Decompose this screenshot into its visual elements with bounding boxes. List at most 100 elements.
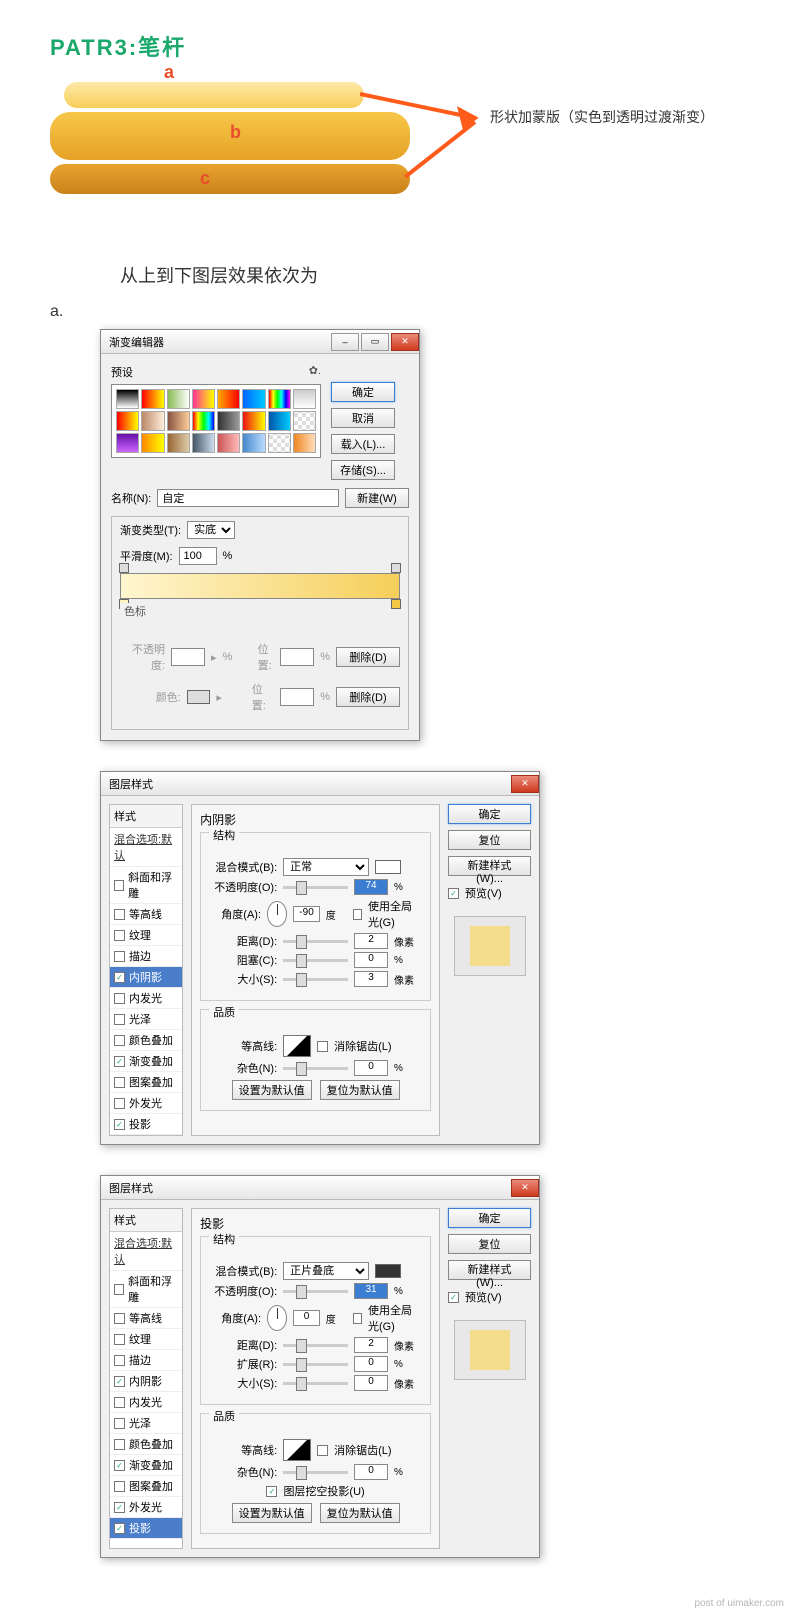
style-outer-glow[interactable]: 外发光 — [110, 1093, 182, 1114]
noise-value[interactable]: 0 — [354, 1464, 388, 1480]
style-drop-shadow[interactable]: 投影 — [110, 1518, 182, 1539]
settings-panel: 内阴影 结构 混合模式(B): 正常 不透明度(O):74% 角度(A):-90… — [191, 804, 440, 1136]
preview-box — [454, 916, 526, 976]
angle-value[interactable]: 0 — [293, 1310, 319, 1326]
style-inner-glow[interactable]: 内发光 — [110, 988, 182, 1009]
new-button[interactable]: 新建(W) — [345, 488, 409, 508]
reset-default-button[interactable]: 复位为默认值 — [320, 1503, 400, 1523]
set-default-button[interactable]: 设置为默认值 — [232, 1503, 312, 1523]
blend-default[interactable]: 混合选项:默认 — [110, 1232, 182, 1271]
set-default-button[interactable]: 设置为默认值 — [232, 1080, 312, 1100]
style-inner-glow[interactable]: 内发光 — [110, 1392, 182, 1413]
opacity-stop-label: 不透明度: — [120, 641, 165, 673]
blend-mode-select[interactable]: 正片叠底 — [283, 1262, 369, 1280]
titlebar[interactable]: 图层样式 ✕ — [101, 772, 539, 796]
style-drop-shadow[interactable]: 投影 — [110, 1114, 182, 1135]
style-pattern-overlay[interactable]: 图案叠加 — [110, 1072, 182, 1093]
noise-slider[interactable] — [283, 1067, 348, 1070]
type-select[interactable]: 实底 — [187, 521, 235, 539]
blend-mode-select[interactable]: 正常 — [283, 858, 369, 876]
style-inner-shadow[interactable]: 内阴影 — [110, 1371, 182, 1392]
spread-value[interactable]: 0 — [354, 1356, 388, 1372]
titlebar[interactable]: 图层样式 ✕ — [101, 1176, 539, 1200]
knockout-check[interactable] — [266, 1486, 277, 1497]
close-button[interactable]: ✕ — [391, 333, 419, 351]
close-button[interactable]: ✕ — [511, 1179, 539, 1197]
name-input[interactable] — [157, 489, 339, 507]
dialog-title: 图层样式 — [109, 776, 153, 792]
angle-dial[interactable] — [267, 1305, 287, 1331]
gradient-bar[interactable] — [120, 573, 400, 599]
reset-button[interactable]: 复位 — [448, 830, 531, 850]
gear-icon[interactable]: ✿. — [309, 364, 321, 380]
size-slider[interactable] — [283, 978, 348, 981]
angle-value[interactable]: -90 — [293, 906, 319, 922]
cancel-button[interactable]: 取消 — [331, 408, 395, 428]
opacity-slider[interactable] — [283, 1290, 348, 1293]
size-slider[interactable] — [283, 1382, 348, 1385]
contour-picker[interactable] — [283, 1439, 311, 1461]
reset-default-button[interactable]: 复位为默认值 — [320, 1080, 400, 1100]
shadow-color[interactable] — [375, 1264, 401, 1278]
titlebar[interactable]: 渐变编辑器 – ▭ ✕ — [101, 330, 419, 354]
distance-slider[interactable] — [283, 1344, 348, 1347]
style-texture[interactable]: 纹理 — [110, 925, 182, 946]
style-color-overlay[interactable]: 颜色叠加 — [110, 1434, 182, 1455]
style-pattern-overlay[interactable]: 图案叠加 — [110, 1476, 182, 1497]
ok-button[interactable]: 确定 — [448, 1208, 531, 1228]
blend-default[interactable]: 混合选项:默认 — [110, 828, 182, 867]
preview-check[interactable] — [448, 888, 459, 899]
ok-button[interactable]: 确定 — [448, 804, 531, 824]
shadow-color[interactable] — [375, 860, 401, 874]
panel-title: 投影 — [200, 1215, 431, 1232]
style-inner-shadow[interactable]: 内阴影 — [110, 967, 182, 988]
reset-button[interactable]: 复位 — [448, 1234, 531, 1254]
style-gradient-overlay[interactable]: 渐变叠加 — [110, 1455, 182, 1476]
global-light-check[interactable] — [353, 909, 362, 920]
ok-button[interactable]: 确定 — [331, 382, 395, 402]
style-satin[interactable]: 光泽 — [110, 1009, 182, 1030]
pen-diagram: a b c 形状加蒙版（实色到透明过渡渐变） — [40, 82, 800, 232]
preview-check[interactable] — [448, 1292, 459, 1303]
load-button[interactable]: 载入(L)... — [331, 434, 395, 454]
size-value[interactable]: 3 — [354, 971, 388, 987]
noise-value[interactable]: 0 — [354, 1060, 388, 1076]
presets-label: 预设 — [111, 364, 133, 380]
opacity-value[interactable]: 74 — [354, 879, 388, 895]
distance-value[interactable]: 2 — [354, 1337, 388, 1353]
style-outer-glow[interactable]: 外发光 — [110, 1497, 182, 1518]
angle-dial[interactable] — [267, 901, 287, 927]
close-button[interactable]: ✕ — [511, 775, 539, 793]
minimize-button[interactable]: – — [331, 333, 359, 351]
choke-value[interactable]: 0 — [354, 952, 388, 968]
preset-swatches[interactable] — [111, 384, 321, 458]
style-gradient-overlay[interactable]: 渐变叠加 — [110, 1051, 182, 1072]
global-light-check[interactable] — [353, 1313, 362, 1324]
choke-slider[interactable] — [283, 959, 348, 962]
styles-list: 样式 混合选项:默认 斜面和浮雕 等高线 纹理 描边 内阴影 内发光 光泽 颜色… — [109, 804, 183, 1136]
style-satin[interactable]: 光泽 — [110, 1413, 182, 1434]
maximize-button[interactable]: ▭ — [361, 333, 389, 351]
style-stroke[interactable]: 描边 — [110, 946, 182, 967]
style-contour[interactable]: 等高线 — [110, 904, 182, 925]
contour-picker[interactable] — [283, 1035, 311, 1057]
antialias-check[interactable] — [317, 1041, 328, 1052]
distance-value[interactable]: 2 — [354, 933, 388, 949]
distance-slider[interactable] — [283, 940, 348, 943]
style-stroke[interactable]: 描边 — [110, 1350, 182, 1371]
opacity-value[interactable]: 31 — [354, 1283, 388, 1299]
spread-slider[interactable] — [283, 1363, 348, 1366]
opacity-slider[interactable] — [283, 886, 348, 889]
style-contour[interactable]: 等高线 — [110, 1308, 182, 1329]
new-style-button[interactable]: 新建样式(W)... — [448, 1260, 531, 1280]
save-button[interactable]: 存储(S)... — [331, 460, 395, 480]
antialias-check[interactable] — [317, 1445, 328, 1456]
style-texture[interactable]: 纹理 — [110, 1329, 182, 1350]
new-style-button[interactable]: 新建样式(W)... — [448, 856, 531, 876]
style-color-overlay[interactable]: 颜色叠加 — [110, 1030, 182, 1051]
smooth-input[interactable] — [179, 547, 217, 565]
style-bevel[interactable]: 斜面和浮雕 — [110, 1271, 182, 1308]
noise-slider[interactable] — [283, 1471, 348, 1474]
size-value[interactable]: 0 — [354, 1375, 388, 1391]
style-bevel[interactable]: 斜面和浮雕 — [110, 867, 182, 904]
